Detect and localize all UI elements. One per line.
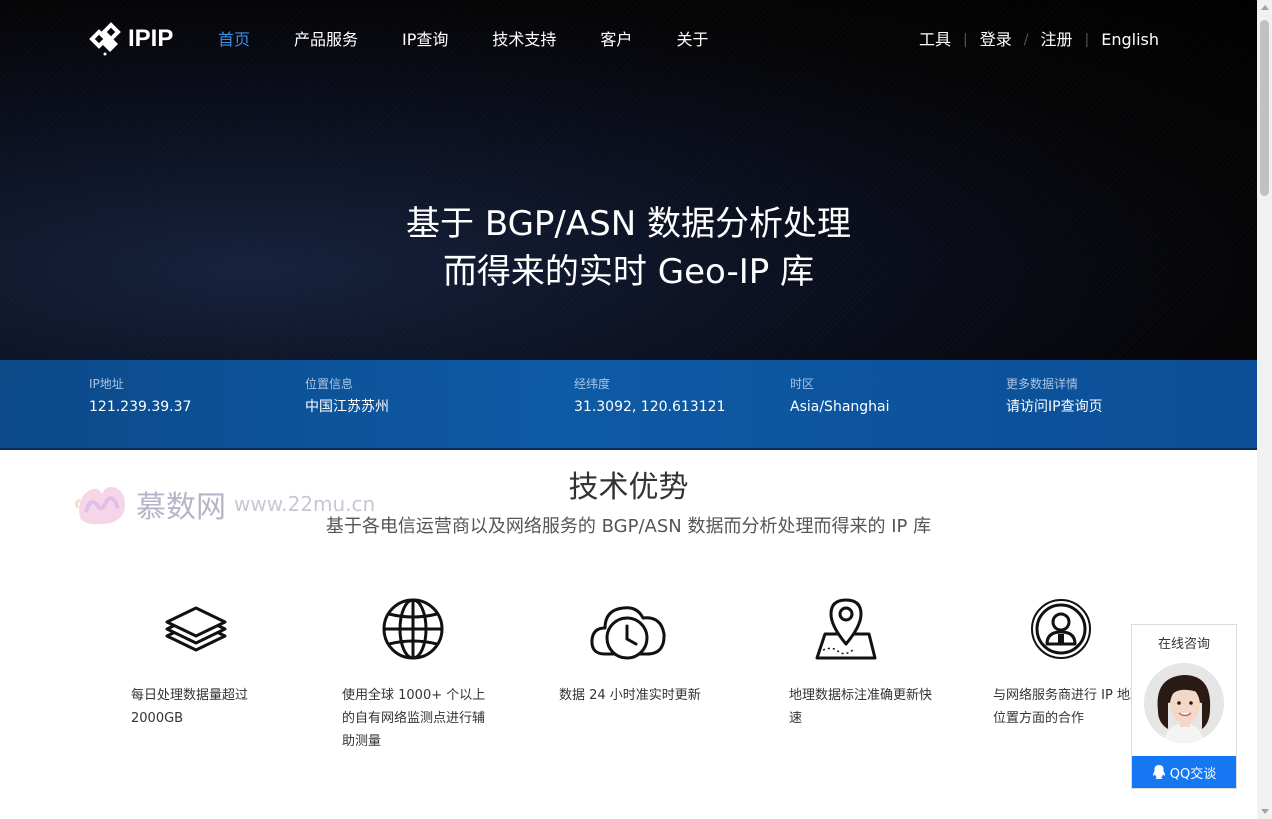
ip-lookup-page-link[interactable]: 请访问IP查询页	[1006, 398, 1103, 416]
english-link[interactable]: English	[1101, 30, 1159, 50]
hero-banner: IPIP 首页 产品服务 IP查询 技术支持 客户 关于 工具 | 登录 / 注…	[0, 0, 1257, 360]
page-scrollbar[interactable]	[1257, 0, 1272, 819]
avatar	[1144, 663, 1224, 743]
register-link[interactable]: 注册	[1040, 30, 1072, 50]
feature-text: 数据 24 小时准实时更新	[559, 688, 701, 703]
hero-title-line1: 基于 BGP/ASN 数据分析处理	[406, 204, 851, 244]
scroll-thumb[interactable]	[1260, 20, 1269, 196]
layers-icon	[165, 606, 227, 652]
info-ip-address: IP地址 121.239.39.37	[89, 376, 191, 416]
info-label: 经纬度	[574, 377, 611, 391]
info-coordinates: 经纬度 31.3092, 120.613121	[574, 376, 725, 416]
info-location: 位置信息 中国江苏苏州	[305, 376, 389, 416]
feature-text: 使用全球 1000+ 个以上的自有网络监测点进行辅助测量	[342, 688, 486, 749]
tools-link[interactable]: 工具	[919, 30, 951, 50]
feature-item: 每日处理数据量超过 2000GB	[131, 596, 281, 730]
menu-item-home[interactable]: 首页	[218, 30, 250, 50]
separator: /	[1023, 32, 1029, 48]
info-value: 中国江苏苏州	[305, 399, 389, 415]
menu-item-support[interactable]: 技术支持	[492, 30, 556, 50]
info-value: 31.3092, 120.613121	[574, 399, 726, 415]
menu-item-products[interactable]: 产品服务	[294, 30, 358, 50]
info-label: IP地址	[89, 377, 124, 391]
feature-item: 使用全球 1000+ 个以上的自有网络监测点进行辅助测量	[342, 596, 492, 753]
qq-icon	[1152, 765, 1165, 779]
header-right-links: 工具 | 登录 / 注册 | English	[919, 30, 1159, 50]
separator: |	[963, 32, 968, 48]
ip-info-bar: IP地址 121.239.39.37 位置信息 中国江苏苏州 经纬度 31.30…	[0, 360, 1257, 450]
hero-title: 基于 BGP/ASN 数据分析处理 而得来的实时 Geo-IP 库	[0, 200, 1257, 296]
info-label: 位置信息	[305, 377, 354, 391]
feature-item: 数据 24 小时准实时更新	[559, 596, 709, 707]
scroll-up-arrow-icon[interactable]	[1261, 5, 1269, 10]
feature-item: 地理数据标注准确更新快速	[789, 596, 939, 730]
menu-item-about[interactable]: 关于	[676, 30, 708, 50]
feature-text: 每日处理数据量超过 2000GB	[131, 688, 249, 726]
user-badge-icon	[1031, 599, 1091, 659]
menu-item-ip-lookup[interactable]: IP查询	[402, 30, 448, 50]
feature-text: 地理数据标注准确更新快速	[789, 688, 933, 726]
logo-mark-icon	[89, 22, 121, 56]
qq-chat-button[interactable]: QQ交谈	[1132, 756, 1236, 788]
qq-chat-label: QQ交谈	[1169, 766, 1217, 782]
login-link[interactable]: 登录	[980, 30, 1012, 50]
section-title: 技术优势	[568, 470, 689, 505]
avatar-image	[1144, 663, 1224, 743]
scroll-down-arrow-icon[interactable]	[1261, 809, 1269, 814]
info-more-details[interactable]: 更多数据详情 请访问IP查询页	[1006, 376, 1103, 416]
info-value: Asia/Shanghai	[790, 399, 890, 415]
menu-item-customers[interactable]: 客户	[600, 30, 632, 50]
globe-icon	[382, 598, 444, 660]
top-nav: IPIP 首页 产品服务 IP查询 技术支持 客户 关于 工具 | 登录 / 注…	[0, 0, 1257, 80]
feature-text: 与网络服务商进行 IP 地理位置方面的合作	[993, 688, 1143, 726]
logo-text: IPIP	[128, 25, 174, 52]
logo[interactable]: IPIP	[88, 22, 173, 56]
feature-item: 与网络服务商进行 IP 地理位置方面的合作	[993, 596, 1143, 730]
separator: |	[1084, 32, 1090, 48]
main-menu: 首页 产品服务 IP查询 技术支持 客户 关于	[218, 30, 752, 50]
section-subtitle: 基于各电信运营商以及网络服务的 BGP/ASN 数据而分析处理而得来的 IP 库	[325, 516, 932, 537]
cloud-clock-icon	[590, 606, 666, 660]
info-value: 121.239.39.37	[89, 399, 192, 415]
hero-title-line2: 而得来的实时 Geo-IP 库	[442, 252, 815, 292]
info-label: 更多数据详情	[1006, 377, 1079, 391]
chat-title: 在线咨询	[1157, 637, 1210, 652]
online-chat-widget: 在线咨询 QQ交谈	[1131, 624, 1237, 789]
info-label: 时区	[790, 377, 815, 391]
map-pin-icon	[815, 598, 877, 660]
info-timezone: 时区 Asia/Shanghai	[790, 376, 890, 416]
